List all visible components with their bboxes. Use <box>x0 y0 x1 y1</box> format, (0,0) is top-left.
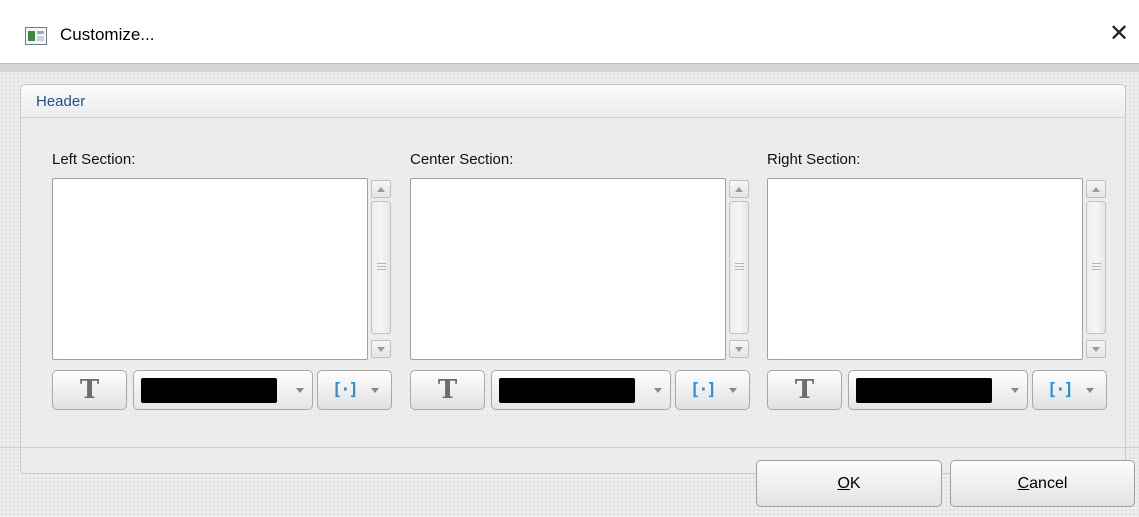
scroll-down-button[interactable] <box>371 340 391 358</box>
ok-label-rest: K <box>849 475 861 492</box>
chevron-down-icon <box>1086 388 1094 393</box>
cancel-label-rest: ancel <box>1029 475 1068 492</box>
title-bar: Customize... ✕ <box>0 0 1139 63</box>
scroll-thumb[interactable] <box>371 201 391 334</box>
chevron-down-icon <box>654 388 662 393</box>
close-icon: ✕ <box>1108 20 1130 47</box>
center-section-label: Center Section: <box>410 151 514 168</box>
footer-separator <box>0 447 1139 448</box>
scroll-down-button[interactable] <box>729 340 749 358</box>
color-swatch <box>141 378 277 403</box>
scroll-down-button[interactable] <box>1086 340 1106 358</box>
insert-macro-icon: [·] <box>332 380 359 400</box>
left-section-textbox[interactable] <box>52 178 368 360</box>
font-format-icon: T <box>437 375 458 405</box>
center-color-picker[interactable] <box>491 370 671 410</box>
grip-icon <box>1092 263 1101 264</box>
scroll-thumb[interactable] <box>1086 201 1106 334</box>
left-section-label: Left Section: <box>52 151 136 168</box>
color-swatch <box>856 378 992 403</box>
center-section-scrollbar[interactable] <box>728 178 750 360</box>
right-section-textbox[interactable] <box>767 178 1083 360</box>
insert-macro-icon: [·] <box>690 380 717 400</box>
header-group: Header Left Section: T [·] Center Sectio… <box>20 84 1126 474</box>
app-icon <box>25 27 47 45</box>
scroll-thumb[interactable] <box>729 201 749 334</box>
dialog-body: Header Left Section: T [·] Center Sectio… <box>0 63 1139 517</box>
cancel-mnemonic: C <box>1017 475 1030 492</box>
font-format-icon: T <box>794 375 815 405</box>
left-insert-macro-button[interactable]: [·] <box>317 370 392 410</box>
scroll-up-button[interactable] <box>729 180 749 198</box>
right-section-scrollbar[interactable] <box>1085 178 1107 360</box>
left-font-button[interactable]: T <box>52 370 127 410</box>
ok-mnemonic: O <box>837 475 850 492</box>
cancel-button[interactable]: Cancel <box>950 460 1135 507</box>
center-insert-macro-button[interactable]: [·] <box>675 370 750 410</box>
center-section-textbox[interactable] <box>410 178 726 360</box>
chevron-down-icon <box>1092 347 1100 352</box>
insert-macro-icon: [·] <box>1047 380 1074 400</box>
top-strip <box>0 64 1139 72</box>
center-section: Center Section: T [·] <box>410 85 770 475</box>
chevron-down-icon <box>735 347 743 352</box>
ok-button[interactable]: OK <box>756 460 942 507</box>
scroll-up-button[interactable] <box>371 180 391 198</box>
grip-icon <box>735 263 744 264</box>
left-section: Left Section: T [·] <box>52 85 412 475</box>
right-section: Right Section: T [·] <box>767 85 1127 475</box>
left-section-scrollbar[interactable] <box>370 178 392 360</box>
chevron-down-icon <box>729 388 737 393</box>
right-section-label: Right Section: <box>767 151 861 168</box>
close-button[interactable]: ✕ <box>1099 14 1139 54</box>
chevron-down-icon <box>1011 388 1019 393</box>
scroll-up-button[interactable] <box>1086 180 1106 198</box>
grip-icon <box>377 263 386 264</box>
chevron-up-icon <box>735 187 743 192</box>
chevron-down-icon <box>371 388 379 393</box>
right-color-picker[interactable] <box>848 370 1028 410</box>
chevron-down-icon <box>296 388 304 393</box>
right-insert-macro-button[interactable]: [·] <box>1032 370 1107 410</box>
right-font-button[interactable]: T <box>767 370 842 410</box>
left-color-picker[interactable] <box>133 370 313 410</box>
center-font-button[interactable]: T <box>410 370 485 410</box>
font-format-icon: T <box>79 375 100 405</box>
chevron-up-icon <box>1092 187 1100 192</box>
color-swatch <box>499 378 635 403</box>
window-title: Customize... <box>60 25 155 44</box>
chevron-up-icon <box>377 187 385 192</box>
chevron-down-icon <box>377 347 385 352</box>
